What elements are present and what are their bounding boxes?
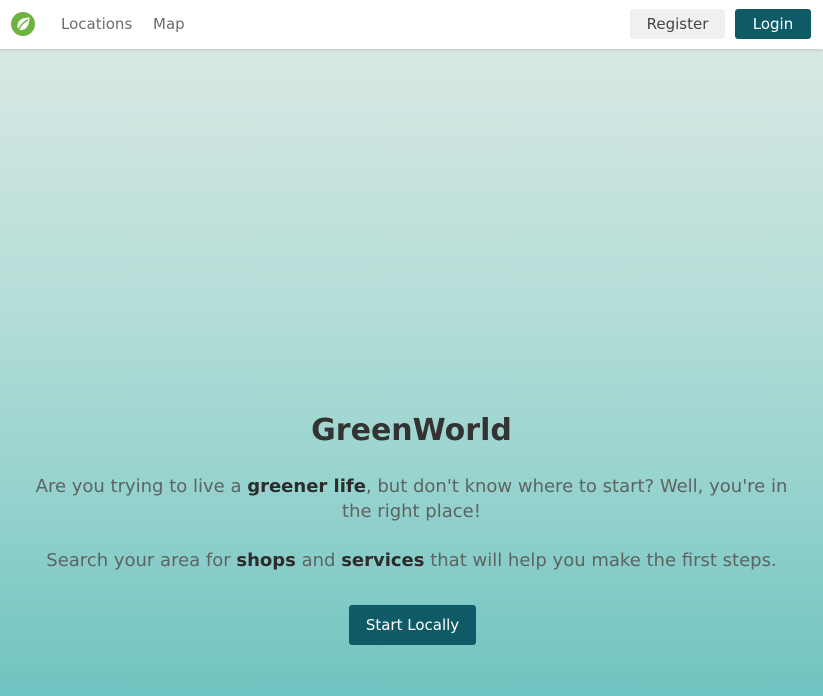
login-button[interactable]: Login	[735, 9, 811, 39]
services-highlight: services	[341, 550, 425, 571]
hero-section: GreenWorld Are you trying to live a gree…	[0, 49, 823, 696]
hero-intro-text: Are you trying to live a greener life, b…	[20, 474, 803, 524]
search-text-middle: and	[295, 550, 342, 571]
nav-link-locations[interactable]: Locations	[61, 14, 132, 34]
greener-life-highlight: greener life	[247, 476, 366, 497]
shops-highlight: shops	[236, 550, 296, 571]
register-button[interactable]: Register	[630, 9, 725, 39]
search-text-start: Search your area for	[46, 550, 237, 571]
leaf-icon[interactable]	[10, 11, 36, 37]
search-text-end: that will help you make the first steps.	[424, 550, 777, 571]
nav-link-map[interactable]: Map	[153, 14, 185, 34]
top-navbar: Locations Map Register Login	[0, 0, 823, 49]
hero-search-text: Search your area for shops and services …	[20, 548, 803, 573]
start-locally-button[interactable]: Start Locally	[349, 605, 476, 645]
page-title: GreenWorld	[311, 413, 512, 448]
intro-text-start: Are you trying to live a	[35, 476, 248, 497]
intro-text-end: , but don't know where to start? Well, y…	[342, 476, 788, 522]
